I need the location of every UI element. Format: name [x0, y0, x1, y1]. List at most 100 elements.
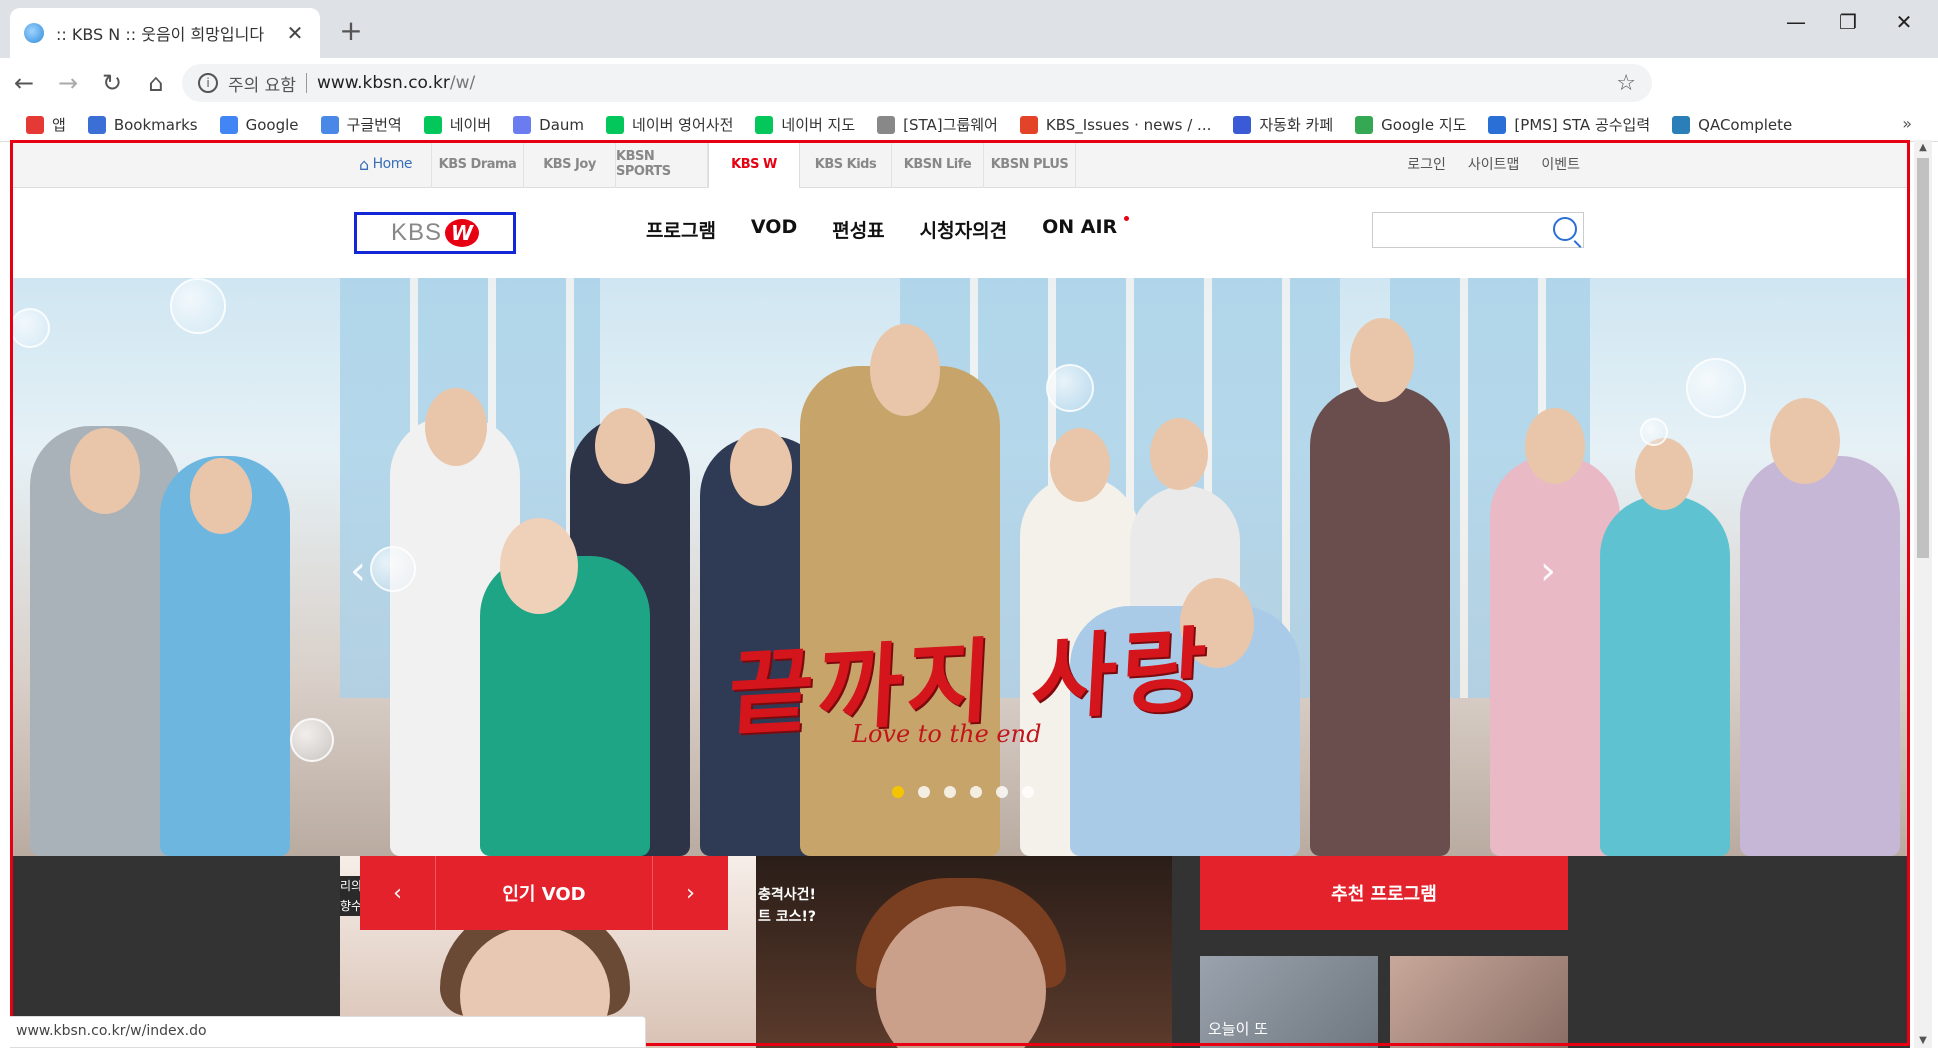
- channel-tab[interactable]: KBS Drama: [432, 140, 524, 188]
- channel-tab-label: KBS W: [731, 157, 777, 172]
- bookmark-item[interactable]: KBS_Issues · news / ...: [1019, 115, 1212, 134]
- bookmark-label: KBS_Issues · news / ...: [1045, 115, 1212, 134]
- hero-dot[interactable]: [892, 786, 904, 798]
- home-icon[interactable]: ⌂: [136, 69, 176, 97]
- scroll-thumb[interactable]: [1917, 158, 1929, 558]
- bookmark-item[interactable]: Google 지도: [1355, 114, 1466, 135]
- bookmark-label: 구글번역: [346, 116, 402, 134]
- hero-next-icon[interactable]: ›: [1540, 548, 1556, 594]
- channel-tab[interactable]: KBS W: [708, 140, 800, 189]
- tab-close-icon[interactable]: ✕: [284, 21, 306, 45]
- cast-head: [1350, 318, 1414, 402]
- search-box[interactable]: [1372, 212, 1584, 248]
- bookmark-item[interactable]: 자동화 카페: [1233, 114, 1333, 135]
- menu-item[interactable]: VOD: [751, 216, 797, 243]
- channel-tab[interactable]: ⌂ Home: [340, 140, 432, 188]
- bubble-decoration: [1686, 358, 1746, 418]
- bookmark-item[interactable]: 네이버 지도: [755, 114, 855, 135]
- bookmark-item[interactable]: [PMS] STA 공수입력: [1488, 114, 1650, 135]
- bookmark-label: [STA]그룹웨어: [903, 116, 998, 134]
- thumbnail-caption: 충격사건! 트 코스!?: [758, 887, 817, 925]
- bookmark-label: 자동화 카페: [1259, 116, 1334, 134]
- bookmark-item[interactable]: QAComplete: [1672, 115, 1792, 134]
- url-text[interactable]: www.kbsn.co.kr/w/: [317, 73, 1616, 93]
- hero-subtitle: Love to the end: [852, 720, 1042, 748]
- utility-links: 로그인 사이트맵 이벤트: [1385, 140, 1580, 188]
- bookmarks-overflow-icon[interactable]: »: [1902, 114, 1912, 133]
- channel-tab[interactable]: KBS Kids: [800, 140, 892, 188]
- logo-badge: W: [445, 219, 480, 247]
- utility-link[interactable]: 사이트맵: [1468, 154, 1520, 174]
- maps-icon: [1355, 115, 1374, 134]
- channel-tab-label: KBSN Life: [903, 156, 972, 172]
- bookmark-label: 네이버: [449, 116, 492, 134]
- new-tab-button[interactable]: +: [336, 14, 366, 47]
- bookmarks-bar: 앱 Bookmarks Google 구글번역 네이버 Daum 네이버 영어사전 네이버 지…: [0, 108, 1938, 142]
- bubble-decoration: [10, 308, 50, 348]
- reload-icon[interactable]: ↻: [92, 69, 132, 97]
- bookmark-item[interactable]: Bookmarks: [87, 115, 198, 134]
- hero-dot[interactable]: [970, 786, 982, 798]
- browser-tab[interactable]: :: KBS N :: 웃음이 희망입니다 ✕: [10, 8, 320, 58]
- bookmark-item[interactable]: 구글번역: [320, 114, 402, 135]
- cast-figure: [1740, 456, 1900, 856]
- hero-dot[interactable]: [996, 786, 1008, 798]
- minimize-button[interactable]: —: [1776, 10, 1816, 34]
- tab-title: :: KBS N :: 웃음이 희망입니다: [56, 25, 265, 44]
- bookmark-label: Google: [245, 115, 299, 134]
- address-bar[interactable]: i 주의 요함 www.kbsn.co.kr/w/ ☆: [182, 64, 1652, 102]
- bookmark-item[interactable]: Google: [219, 115, 299, 134]
- bookmark-item[interactable]: 네이버: [423, 114, 492, 135]
- menu-item[interactable]: 프로그램: [646, 216, 716, 243]
- cast-head: [190, 458, 252, 534]
- hero-prev-icon[interactable]: ‹: [350, 548, 366, 594]
- scroll-up-icon[interactable]: ▲: [1914, 142, 1932, 153]
- cast-head: [730, 428, 792, 506]
- translate-icon: [320, 115, 339, 134]
- cast-head: [500, 518, 578, 614]
- bookmark-item[interactable]: Daum: [513, 115, 585, 134]
- cast-head: [425, 388, 487, 466]
- hero-dot[interactable]: [944, 786, 956, 798]
- channel-tab[interactable]: KBSN Life: [892, 140, 984, 188]
- search-icon[interactable]: [1553, 217, 1577, 241]
- utility-link[interactable]: 로그인: [1407, 154, 1446, 174]
- vod-prev-button[interactable]: ‹: [360, 856, 436, 930]
- menu-item[interactable]: ON AIR: [1042, 216, 1130, 243]
- pms-icon: [1488, 115, 1507, 134]
- back-icon[interactable]: ←: [4, 69, 44, 97]
- bookmark-label: Daum: [539, 115, 585, 134]
- recommended-thumbnail[interactable]: 오늘이 또: [1200, 956, 1378, 1048]
- recommended-thumbnail[interactable]: [1390, 956, 1568, 1048]
- star-icon: [87, 115, 106, 134]
- forward-icon[interactable]: →: [48, 69, 88, 97]
- recommended-program-header[interactable]: 추천 프로그램: [1200, 856, 1568, 930]
- bookmark-star-icon[interactable]: ☆: [1616, 71, 1636, 96]
- bookmark-item[interactable]: [STA]그룹웨어: [877, 114, 998, 135]
- bookmark-item[interactable]: 앱: [26, 114, 66, 135]
- hero-dot[interactable]: [1022, 786, 1034, 798]
- hero-banner[interactable]: 끝까지 사랑 Love to the end ‹ ›: [10, 278, 1910, 856]
- restore-button[interactable]: ❐: [1828, 10, 1868, 34]
- menu-item[interactable]: 편성표: [832, 216, 884, 243]
- naver-icon: [755, 115, 774, 134]
- bookmark-item[interactable]: 네이버 영어사전: [606, 114, 733, 135]
- channel-tab-label: KBS Joy: [543, 156, 596, 172]
- channel-tab-label: KBS Drama: [438, 156, 517, 172]
- page-scrollbar[interactable]: ▲ ▼: [1914, 140, 1932, 1048]
- kbs-w-logo[interactable]: KBS W: [354, 212, 516, 254]
- bookmark-label: Google 지도: [1381, 116, 1467, 134]
- channel-tab[interactable]: KBS Joy: [524, 140, 616, 188]
- scroll-down-icon[interactable]: ▼: [1914, 1035, 1932, 1046]
- utility-link[interactable]: 이벤트: [1541, 154, 1580, 174]
- channel-tab[interactable]: KBSN PLUS: [984, 140, 1076, 188]
- hero-dot[interactable]: [918, 786, 930, 798]
- channel-tab[interactable]: KBSN SPORTS: [616, 140, 708, 188]
- info-icon[interactable]: i: [198, 73, 218, 93]
- vod-thumbnail[interactable]: 충격사건! 트 코스!?: [756, 856, 1172, 1048]
- window-close-button[interactable]: ✕: [1884, 10, 1924, 34]
- vod-next-button[interactable]: ›: [652, 856, 728, 930]
- cast-head: [870, 324, 940, 416]
- menu-item[interactable]: 시청자의견: [920, 216, 1007, 243]
- bookmark-label: 앱: [52, 116, 66, 134]
